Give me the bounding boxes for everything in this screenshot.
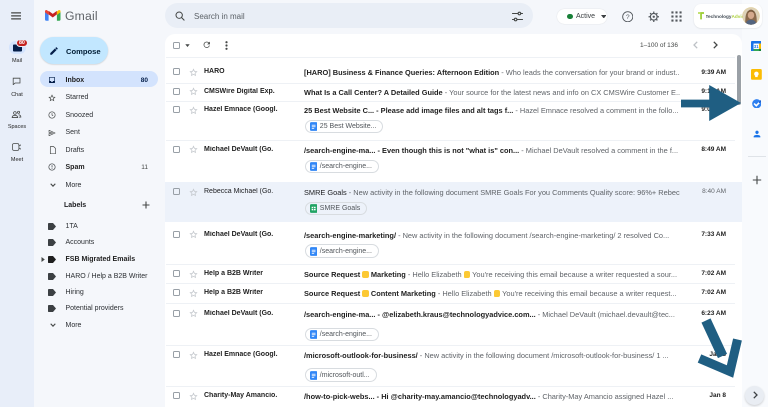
svg-text:31: 31 (753, 44, 758, 49)
svg-text:?: ? (625, 14, 629, 21)
